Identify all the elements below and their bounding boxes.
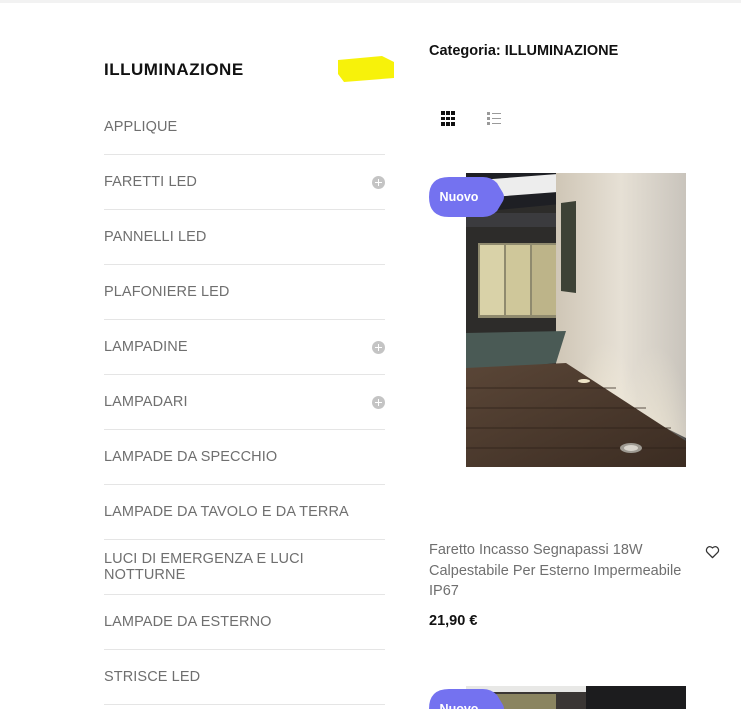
sidebar-item-label: PANNELLI LED: [104, 229, 207, 245]
sidebar-item-strisce-led[interactable]: STRISCE LED: [104, 650, 385, 705]
view-toggle: [441, 111, 502, 126]
sidebar-item-lampadari[interactable]: LAMPADARI: [104, 375, 385, 430]
sidebar-item-label: LUCI DI EMERGENZA E LUCI NOTTURNE: [104, 551, 304, 583]
sidebar-item-faretti-led[interactable]: FARETTI LED: [104, 155, 385, 210]
sidebar-item-label: FARETTI LED: [104, 174, 197, 190]
product-image[interactable]: [466, 173, 686, 467]
product-area: Categoria: ILLUMINAZIONE Nuovo Faretto I…: [429, 0, 729, 709]
product-photo: [466, 173, 686, 467]
plus-circle-icon[interactable]: [372, 395, 385, 409]
sidebar-item-label: LAMPADE DA SPECCHIO: [104, 449, 278, 465]
sidebar-item-pannelli-led[interactable]: PANNELLI LED: [104, 210, 385, 265]
heart-icon[interactable]: [705, 545, 720, 559]
new-badge: Nuovo: [429, 689, 509, 709]
badge-label: Nuovo: [439, 190, 479, 204]
plus-circle-icon[interactable]: [372, 175, 385, 189]
sidebar-item-plafoniere-led[interactable]: PLAFONIERE LED: [104, 265, 385, 320]
plus-circle-icon[interactable]: [372, 340, 385, 354]
category-list: APPLIQUE FARETTI LED PANNELLI LED PLAFONIER…: [104, 100, 385, 705]
product-price: 21,90 €: [429, 613, 478, 629]
sidebar-item-lampade-da-specchio[interactable]: LAMPADE DA SPECCHIO: [104, 430, 385, 485]
grid-view-icon[interactable]: [441, 111, 456, 126]
sidebar-item-label: LAMPADINE: [104, 339, 188, 355]
sidebar-item-lampade-da-esterno[interactable]: LAMPADE DA ESTERNO: [104, 595, 385, 650]
category-sidebar: ILLUMINAZIONE APPLIQUE FARETTI LED PANNELL…: [104, 40, 394, 705]
sidebar-item-applique[interactable]: APPLIQUE: [104, 100, 385, 155]
sidebar-item-lampade-da-tavolo-e-da-terra[interactable]: LAMPADE DA TAVOLO E DA TERRA: [104, 485, 385, 540]
sidebar-item-lampadine[interactable]: LAMPADINE: [104, 320, 385, 375]
product-card: Nuovo: [429, 686, 719, 709]
sidebar-item-label: LAMPADARI: [104, 394, 188, 410]
sidebar-item-label: LAMPADE DA ESTERNO: [104, 614, 272, 630]
product-name-link[interactable]: Faretto Incasso Segnapassi 18W Calpestab…: [429, 540, 694, 602]
list-view-icon[interactable]: [487, 111, 502, 126]
badge-label: Nuovo: [439, 702, 479, 709]
sidebar-item-label: STRISCE LED: [104, 669, 201, 685]
sidebar-item-luci-di-emergenza-e-luci-notturne[interactable]: LUCI DI EMERGENZA E LUCI NOTTURNE: [104, 540, 385, 595]
sidebar-item-label: APPLIQUE: [104, 119, 178, 135]
yellow-highlight-mark: [338, 56, 394, 82]
new-badge: Nuovo: [429, 177, 509, 217]
category-heading: Categoria: ILLUMINAZIONE: [429, 43, 619, 59]
sidebar-item-label: LAMPADE DA TAVOLO E DA TERRA: [104, 504, 349, 520]
sidebar-item-label: PLAFONIERE LED: [104, 284, 230, 300]
